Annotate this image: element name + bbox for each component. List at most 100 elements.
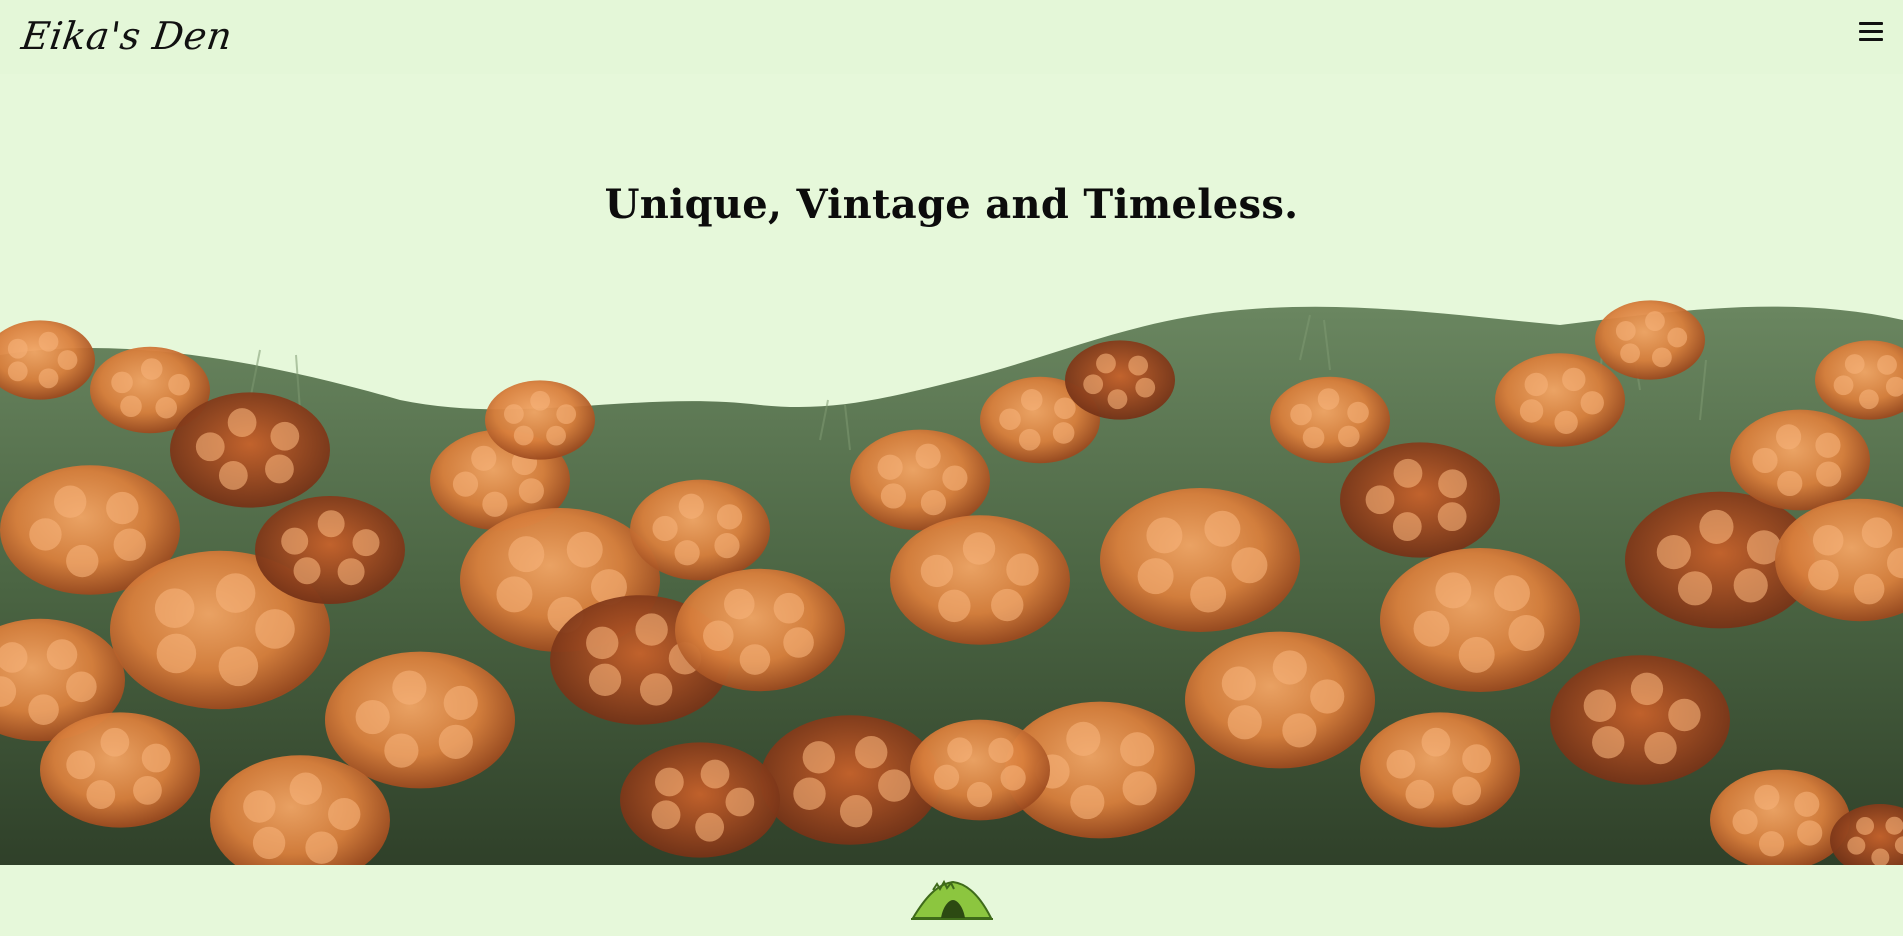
flower-highlight [674, 540, 700, 566]
flower-highlight [714, 533, 740, 559]
flower-highlight [1421, 727, 1451, 757]
flower-highlight [1519, 399, 1544, 423]
site-logo[interactable]: Eika's Den [19, 14, 235, 58]
flower-highlight [1392, 512, 1422, 541]
flower-highlight [1856, 816, 1875, 835]
flower-highlight [1644, 731, 1677, 765]
flower-highlight [255, 609, 295, 649]
flower-highlight [53, 485, 87, 518]
hillside-illustration [0, 300, 1903, 865]
flower-highlight [1052, 422, 1075, 444]
flower-highlight [1677, 571, 1713, 606]
flower-highlight [1393, 458, 1423, 488]
flower-highlight [1733, 568, 1768, 603]
flower-highlight [739, 644, 771, 675]
flower-highlight [508, 536, 545, 573]
flower-highlight [988, 737, 1014, 763]
green-tent-logo-icon[interactable] [911, 878, 993, 922]
flower-highlight [1282, 713, 1317, 748]
flower-highlight [1435, 572, 1472, 609]
flower-highlight [1833, 375, 1854, 396]
flower-highlight [1310, 679, 1345, 714]
flower-highlight [1290, 403, 1312, 426]
flower-highlight [1317, 388, 1340, 410]
flower-highlight [384, 733, 419, 768]
hamburger-menu-icon[interactable] [1859, 22, 1885, 44]
flower-highlight [452, 471, 479, 497]
flower-highlight [1758, 831, 1785, 857]
flower-highlight [1699, 509, 1734, 544]
flower-highlight [1405, 779, 1435, 809]
flower-highlight [1524, 372, 1548, 397]
flower-highlight [252, 826, 286, 860]
flower-cluster [1185, 631, 1375, 769]
flower-highlight [471, 445, 497, 471]
flower-highlight [1066, 721, 1101, 756]
flower-highlight [1365, 485, 1395, 515]
flower-highlight [1452, 776, 1482, 806]
flower-highlight [1732, 809, 1758, 835]
flower-highlight [1413, 610, 1450, 647]
flower-cluster [170, 392, 330, 508]
flower-highlight [1018, 428, 1041, 451]
flower-highlight [227, 408, 257, 437]
flower-highlight [1120, 732, 1155, 767]
flower-highlight [878, 769, 911, 802]
flower-highlight [678, 493, 704, 519]
flower-highlight [1853, 573, 1885, 605]
flower-cluster [620, 742, 780, 858]
flower-highlight [1128, 355, 1149, 376]
flower-highlight [66, 671, 97, 703]
flower-highlight [28, 694, 59, 725]
flower-highlight [1777, 470, 1803, 497]
flower-highlight [1775, 424, 1802, 450]
flower-highlight [1651, 347, 1672, 368]
flower-highlight [1122, 771, 1157, 806]
flower-highlight [1221, 666, 1256, 701]
flower-highlight [1437, 502, 1467, 532]
flower-highlight [1508, 614, 1545, 651]
flower-highlight [1645, 311, 1665, 331]
flower-highlight [1462, 744, 1491, 774]
flower-highlight [1847, 836, 1866, 855]
flower-highlight [111, 371, 133, 394]
flower-highlight [38, 331, 59, 352]
flower-highlight [438, 724, 473, 759]
flower-highlight [1070, 784, 1105, 820]
flower-highlight [703, 620, 734, 652]
flower-highlight [352, 529, 380, 557]
flower-highlight [482, 491, 508, 517]
flower-highlight [155, 396, 178, 419]
flower-highlight [1615, 320, 1636, 341]
flower-highlight [215, 573, 256, 613]
flower-highlight [133, 775, 162, 805]
flower-highlight [1137, 558, 1174, 595]
flower-highlight [38, 368, 59, 389]
flower-highlight [154, 588, 195, 629]
flower-highlight [695, 812, 725, 842]
flower-highlight [195, 432, 225, 462]
flower-highlight [1135, 377, 1156, 398]
flower-highlight [305, 831, 338, 864]
flower-highlight [293, 557, 321, 585]
flower-highlight [496, 576, 533, 613]
flower-highlight [392, 670, 427, 705]
flower-highlight [355, 699, 390, 735]
flower-highlight [1667, 327, 1688, 348]
flower-highlight [556, 404, 577, 425]
flower-highlight [920, 554, 954, 588]
flower-highlight [1096, 353, 1116, 374]
flower-highlight [289, 772, 322, 805]
flower-highlight [999, 408, 1021, 431]
flower-highlight [156, 633, 197, 674]
flower-highlight [915, 443, 941, 469]
flower-highlight [1812, 524, 1844, 556]
hero-headline: Unique, Vintage and Timeless. [604, 180, 1299, 228]
flower-highlight [839, 795, 873, 828]
flower-highlight [1386, 749, 1416, 779]
flower-highlight [1204, 510, 1241, 547]
flower-highlight [106, 491, 139, 525]
site-footer [0, 865, 1903, 936]
flower-highlight [7, 361, 28, 382]
flower-highlight [966, 781, 993, 808]
